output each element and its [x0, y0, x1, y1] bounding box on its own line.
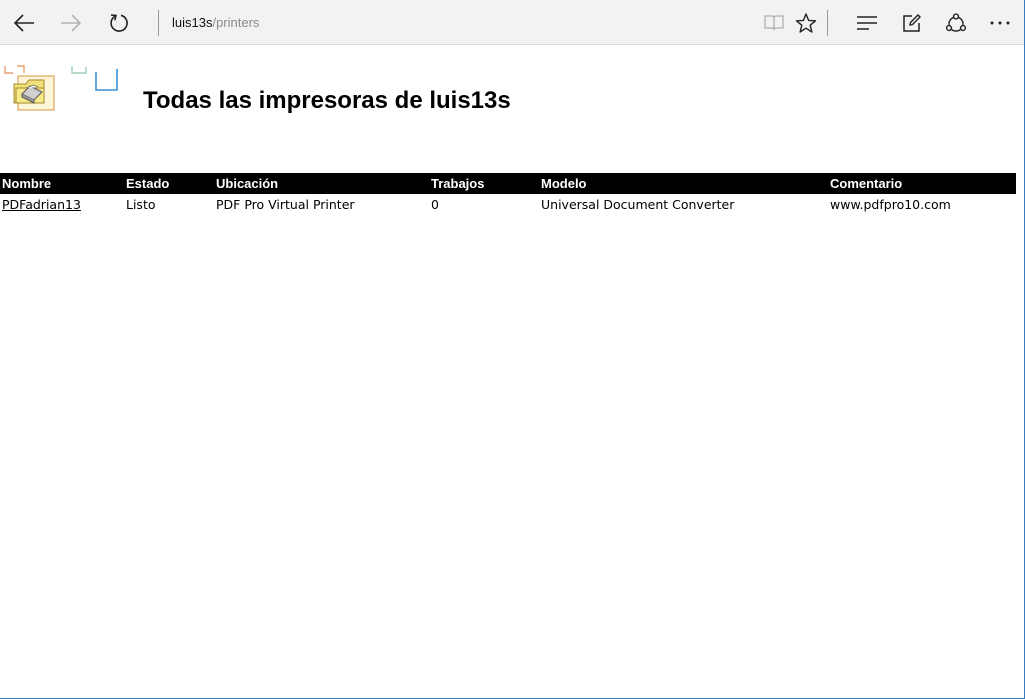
- printer-comment: www.pdfpro10.com: [830, 197, 951, 212]
- printer-status: Listo: [126, 197, 156, 212]
- printer-jobs: 0: [431, 197, 439, 212]
- forward-button[interactable]: [54, 6, 88, 40]
- page-title: Todas las impresoras de luis13s: [143, 87, 511, 114]
- reading-view-button[interactable]: [757, 6, 791, 40]
- hub-button[interactable]: [850, 6, 884, 40]
- refresh-button[interactable]: [102, 6, 136, 40]
- address-path: /printers: [212, 15, 260, 30]
- table-header-row: Nombre Estado Ubicación Trabajos Modelo …: [0, 173, 1016, 194]
- refresh-icon: [110, 14, 128, 32]
- web-note-button[interactable]: [895, 6, 929, 40]
- reading-view-icon: [764, 15, 784, 31]
- printers-table: Nombre Estado Ubicación Trabajos Modelo …: [0, 173, 1016, 215]
- address-host: luis13s: [172, 15, 213, 30]
- column-header-estado: Estado: [124, 173, 214, 194]
- share-button[interactable]: [939, 6, 973, 40]
- column-header-ubicacion: Ubicación: [214, 173, 429, 194]
- more-button[interactable]: [983, 6, 1017, 40]
- printer-folder-icon: [4, 64, 120, 112]
- toolbar-separator: [158, 10, 159, 36]
- table-row: PDFadrian13 Listo PDF Pro Virtual Printe…: [0, 194, 1016, 215]
- web-note-icon: [903, 14, 921, 32]
- back-button[interactable]: [7, 6, 41, 40]
- hub-icon: [857, 16, 877, 30]
- printer-link[interactable]: PDFadrian13: [2, 197, 81, 212]
- favorite-button[interactable]: [789, 6, 823, 40]
- column-header-modelo: Modelo: [539, 173, 828, 194]
- printer-location: PDF Pro Virtual Printer: [216, 197, 355, 212]
- printer-model: Universal Document Converter: [541, 197, 735, 212]
- address-bar[interactable]: luis13s/printers: [172, 14, 259, 31]
- back-arrow-icon: [13, 14, 34, 32]
- column-header-trabajos: Trabajos: [429, 173, 539, 194]
- forward-arrow-icon: [61, 14, 82, 32]
- favorite-star-icon: [795, 13, 817, 33]
- column-header-comentario: Comentario: [828, 173, 1016, 194]
- more-icon: [990, 21, 1010, 25]
- browser-toolbar: luis13s/printers: [0, 0, 1024, 45]
- share-icon: [945, 13, 967, 32]
- column-header-nombre: Nombre: [0, 173, 124, 194]
- toolbar-separator: [827, 10, 828, 36]
- printer-name-cell: PDFadrian13: [0, 194, 124, 215]
